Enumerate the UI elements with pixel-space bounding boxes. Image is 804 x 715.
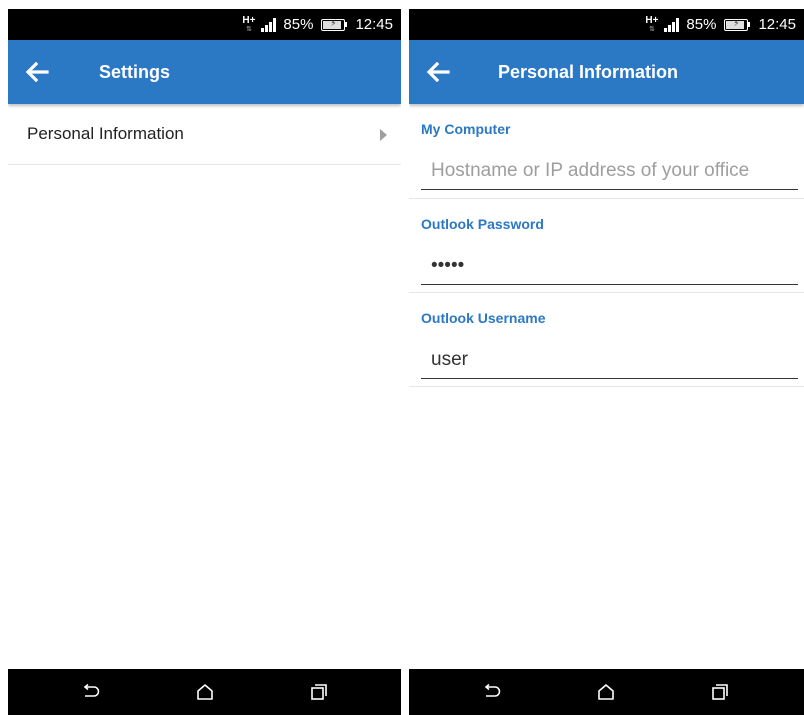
clock: 12:45 bbox=[758, 16, 796, 33]
recents-icon[interactable] bbox=[707, 680, 733, 704]
page-title: Personal Information bbox=[498, 62, 679, 82]
outlook-password-label: Outlook Password bbox=[421, 216, 544, 232]
navigation-bar bbox=[8, 669, 401, 715]
battery-percent: 85% bbox=[283, 16, 314, 33]
data-arrows-icon: ⇅ bbox=[648, 25, 655, 33]
signal-strength-icon bbox=[664, 17, 680, 32]
back-arrow-icon[interactable] bbox=[22, 57, 52, 87]
personal-information-screen: H+ ⇅ 85% ⚡ 12:45 Personal Information My… bbox=[409, 0, 804, 715]
back-arrow-icon[interactable] bbox=[423, 57, 453, 87]
page-title: Settings bbox=[99, 62, 171, 82]
network-type-icon: H+ ⇅ bbox=[645, 14, 659, 34]
signal-strength-icon bbox=[261, 17, 277, 32]
home-icon[interactable] bbox=[192, 680, 218, 704]
outlook-username-input[interactable] bbox=[421, 341, 798, 379]
back-icon[interactable] bbox=[479, 680, 505, 704]
outlook-password-input[interactable] bbox=[421, 247, 798, 285]
data-arrows-icon: ⇅ bbox=[245, 25, 252, 33]
outlook-password-field-group: Outlook Password bbox=[409, 199, 804, 293]
battery-charging-icon: ⚡ bbox=[321, 18, 348, 31]
battery-percent: 85% bbox=[686, 16, 717, 33]
network-type-label: H+ bbox=[645, 14, 659, 26]
status-bar: H+ ⇅ 85% ⚡ 12:45 bbox=[8, 9, 401, 40]
battery-charging-icon: ⚡ bbox=[724, 18, 751, 31]
network-type-icon: H+ ⇅ bbox=[242, 14, 256, 34]
my-computer-field-group: My Computer bbox=[409, 104, 804, 199]
outlook-username-label: Outlook Username bbox=[421, 310, 546, 326]
recents-icon[interactable] bbox=[306, 680, 332, 704]
my-computer-input[interactable] bbox=[421, 152, 798, 190]
network-type-label: H+ bbox=[242, 14, 256, 26]
outlook-username-field-group: Outlook Username bbox=[409, 293, 804, 387]
back-icon[interactable] bbox=[78, 680, 104, 704]
list-item-label: Personal Information bbox=[27, 124, 184, 143]
app-bar: Personal Information bbox=[409, 40, 804, 104]
app-bar: Settings bbox=[8, 40, 401, 104]
clock: 12:45 bbox=[355, 16, 393, 33]
list-item-personal-information[interactable]: Personal Information bbox=[8, 104, 401, 165]
status-bar: H+ ⇅ 85% ⚡ 12:45 bbox=[409, 9, 804, 40]
navigation-bar bbox=[409, 669, 804, 715]
settings-screen: H+ ⇅ 85% ⚡ 12:45 Settings Personal Infor… bbox=[8, 0, 401, 715]
my-computer-label: My Computer bbox=[421, 121, 511, 137]
home-icon[interactable] bbox=[593, 680, 619, 704]
chevron-right-icon bbox=[380, 129, 387, 141]
